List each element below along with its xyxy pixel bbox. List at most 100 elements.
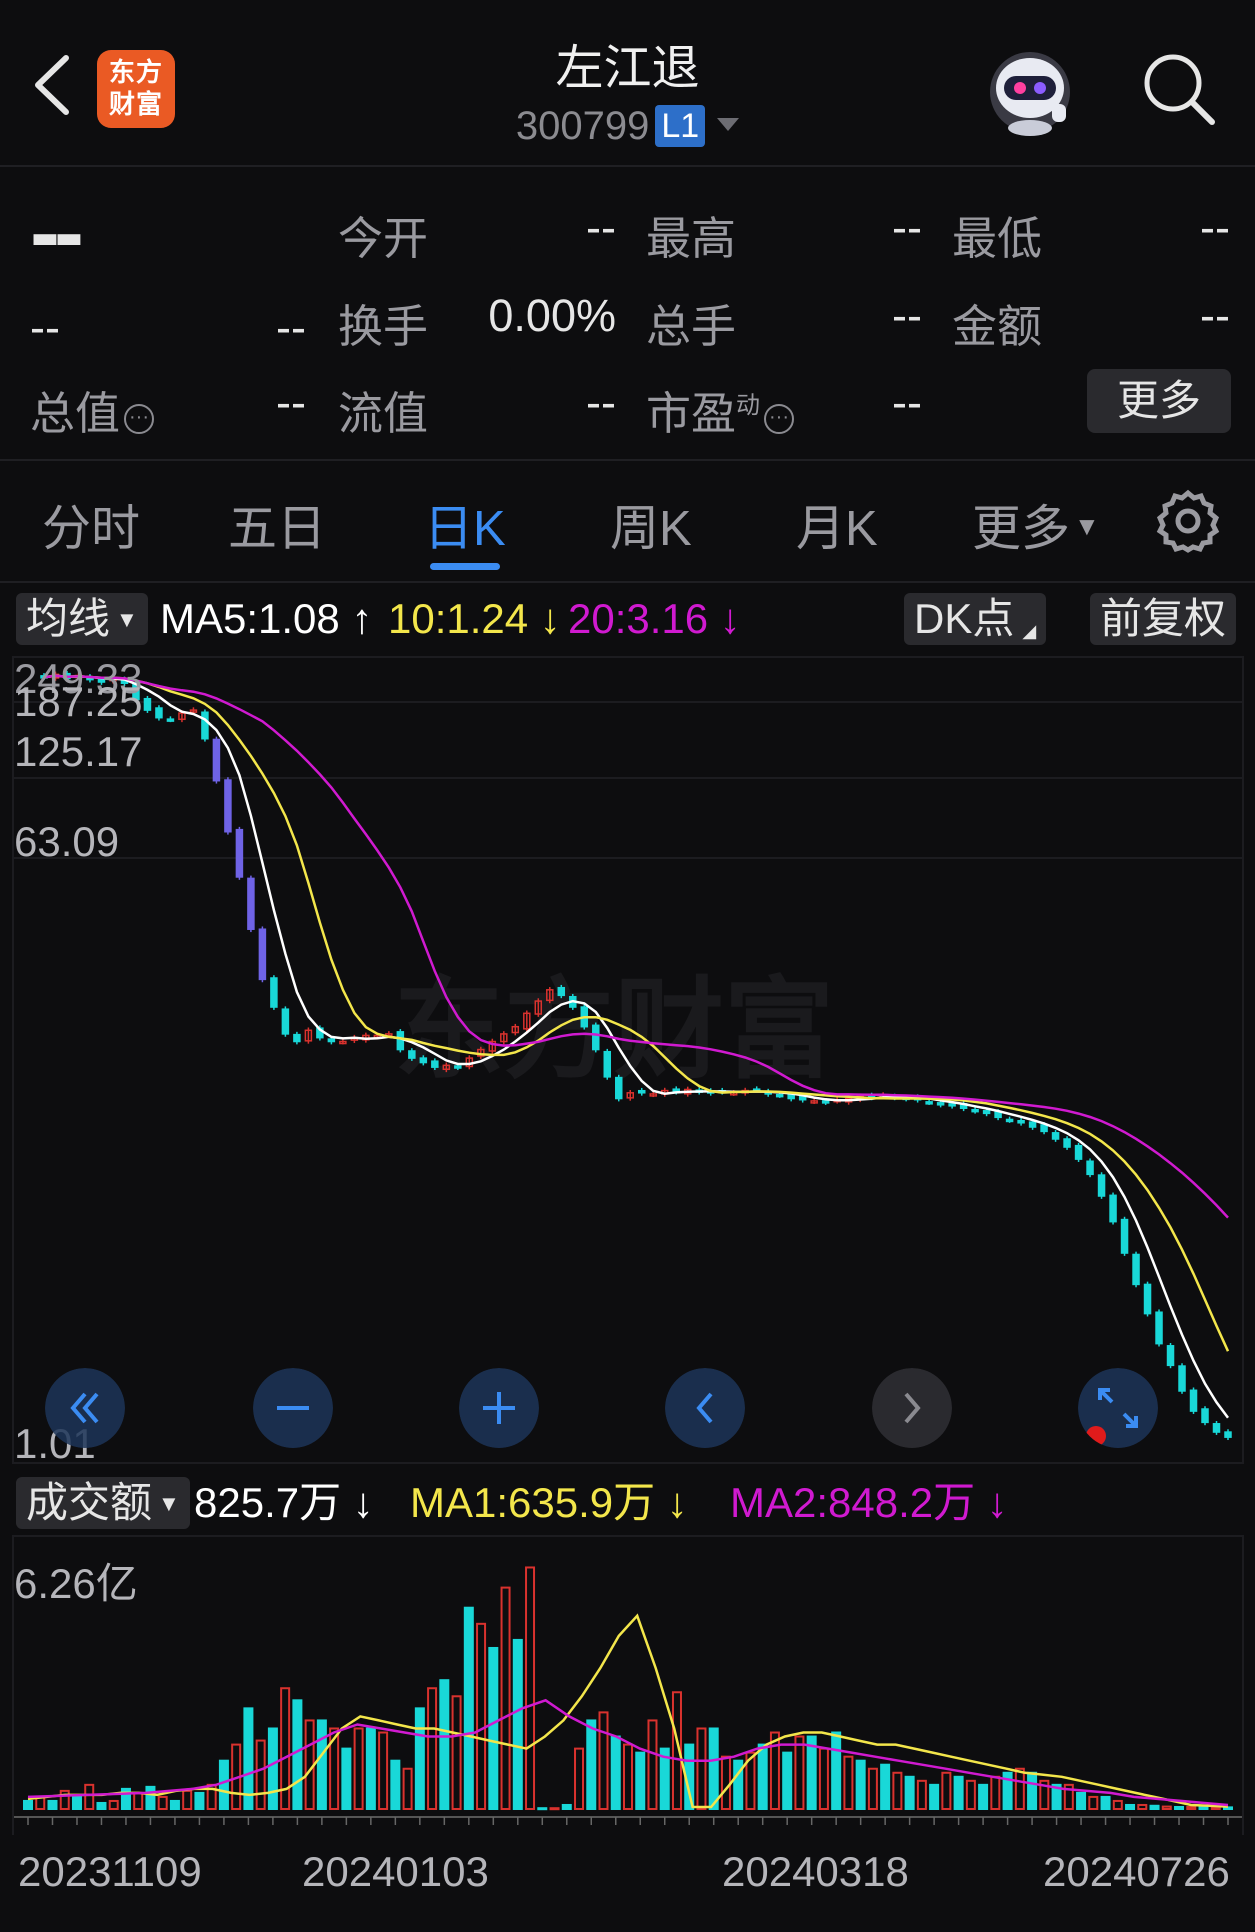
candle-body (224, 779, 232, 833)
volume-bar (157, 1795, 168, 1810)
candle-body (1051, 1132, 1060, 1140)
volume-bar (182, 1789, 193, 1810)
volume-bar (720, 1755, 731, 1810)
candle-body (775, 1093, 784, 1098)
volume-bar (831, 1731, 842, 1810)
candle-body (1155, 1311, 1163, 1345)
candle-body (327, 1038, 336, 1043)
tab-daily-k[interactable]: 日K (424, 489, 506, 560)
candle-body (1109, 1194, 1117, 1223)
volume-bar (1014, 1767, 1025, 1811)
y-tick-3: 125.17 (14, 728, 143, 775)
volume-bar (341, 1747, 352, 1810)
candle-body (258, 928, 267, 981)
last-price: -- (30, 183, 84, 283)
volume-bar (402, 1767, 413, 1811)
kline-chart[interactable]: 东方财富 (12, 656, 1244, 1464)
scroll-left-button[interactable] (665, 1368, 745, 1448)
corner-triangle-icon: ◢ (1022, 621, 1037, 641)
volume-bar (782, 1751, 793, 1810)
volume-bar (953, 1775, 964, 1811)
volume-bar (84, 1783, 95, 1811)
candle-body (592, 1024, 600, 1051)
volume-bar (194, 1791, 205, 1811)
volume-bar (145, 1785, 156, 1810)
volume-bar (892, 1771, 903, 1811)
candle-body (247, 877, 255, 930)
candle-body (1224, 1431, 1232, 1438)
volume-bar (708, 1727, 719, 1810)
y-tick-4: 63.09 (14, 818, 120, 865)
volume-bar (978, 1783, 989, 1811)
gear-icon[interactable] (1155, 488, 1221, 554)
volume-bar (537, 1807, 548, 1811)
candle-body (971, 1108, 979, 1113)
amount-ma1-label: MA1:635.9万 ↓ (410, 1479, 688, 1526)
volume-y-tick-max: 6.26亿 (14, 1560, 138, 1607)
volume-bar (108, 1799, 119, 1811)
candle-body (615, 1076, 623, 1100)
ma-legend-row: 均线 ▼ MA5:1.08 ↑ 10:1.24 ↓ 20:3.16 ↓ DK点 ◢ … (0, 583, 1255, 655)
amount-value: -- (1200, 290, 1230, 341)
fast-rewind-button[interactable] (45, 1368, 125, 1448)
search-icon[interactable] (1140, 50, 1218, 128)
volume-bar (610, 1735, 621, 1810)
dk-point-dropdown[interactable]: DK点 ◢ (904, 593, 1047, 645)
robot-assistant-icon[interactable] (982, 42, 1078, 138)
volume-bar (414, 1707, 425, 1810)
volume-bar (255, 1739, 266, 1810)
adjust-button[interactable]: 前复权 (1090, 593, 1237, 645)
indicator-mode-dropdown[interactable]: 均线 ▼ (16, 593, 148, 645)
volume-bar (990, 1775, 1001, 1811)
candle-body (1097, 1174, 1106, 1197)
volume-bar (451, 1695, 462, 1810)
candle-body (1086, 1160, 1094, 1176)
ma10-label: 10:1.24 ↓ (388, 595, 561, 642)
market-cap-label[interactable]: 总值 ··· (30, 377, 155, 442)
caret-down-icon: ▼ (1074, 511, 1100, 541)
tab-weekly-k[interactable]: 周K (610, 489, 692, 560)
high-label: 最高 (646, 213, 737, 264)
fullscreen-button[interactable] (1078, 1368, 1158, 1448)
kline-svg[interactable]: 东方财富 (14, 658, 1242, 1462)
scroll-right-button[interactable] (872, 1368, 952, 1448)
x-label-4: 20240726 (1043, 1848, 1230, 1895)
pe-label[interactable]: 市盈动 ··· (646, 377, 795, 442)
zoom-out-button[interactable] (253, 1368, 333, 1448)
candle-body (948, 1103, 956, 1107)
volume-bar (1161, 1805, 1172, 1810)
candle-body (431, 1060, 439, 1068)
volume-bar (1076, 1791, 1087, 1811)
tab-intraday[interactable]: 分时 (42, 489, 140, 560)
tab-five-day[interactable]: 五日 (228, 489, 326, 560)
volume-bar (598, 1711, 609, 1810)
candle-body (408, 1050, 416, 1059)
candle-body (155, 707, 163, 719)
candle-body (557, 986, 566, 997)
volume-bar (59, 1789, 70, 1810)
volume-chart[interactable] (12, 1535, 1244, 1835)
x-label-1: 20231109 (18, 1848, 202, 1895)
zoom-in-button[interactable] (459, 1368, 539, 1448)
tab-monthly-k[interactable]: 月K (796, 489, 878, 560)
candle-body (1017, 1119, 1025, 1124)
volume-svg[interactable] (14, 1537, 1242, 1835)
volume-bar (1125, 1803, 1136, 1810)
change-percent: -- (276, 302, 306, 353)
info-icon[interactable]: ··· (764, 404, 795, 434)
candle-body (1143, 1283, 1152, 1315)
volume-bar (696, 1727, 707, 1810)
more-quote-button[interactable]: 更多 (1087, 369, 1231, 433)
volume-bar (635, 1751, 646, 1810)
volume-label: 总手 (646, 301, 737, 352)
info-icon[interactable]: ··· (124, 404, 155, 434)
volume-bar (218, 1759, 229, 1810)
tab-more[interactable]: 更多 ▼ (972, 489, 1100, 560)
top-bar: 东方 财富 左江退 300799 L1 (0, 0, 1255, 167)
volume-bar (1100, 1795, 1111, 1810)
active-tab-indicator (430, 563, 500, 570)
volume-bar (169, 1799, 180, 1811)
volume-bar (880, 1763, 891, 1811)
volume-indicator-dropdown[interactable]: 成交额 ▼ (16, 1477, 190, 1529)
volume-bar (647, 1719, 658, 1810)
